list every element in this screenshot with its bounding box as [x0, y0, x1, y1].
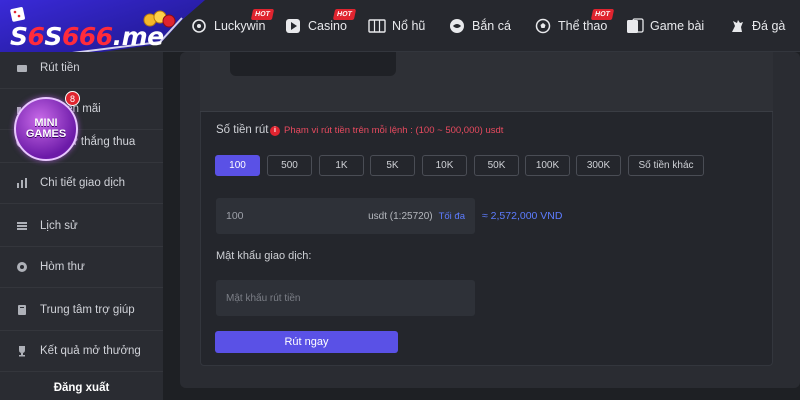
sidebar-item-label: Kết quả mở thưởng [40, 345, 141, 357]
minigames-badge[interactable]: MINI GAMES [14, 97, 78, 161]
slot-icon [368, 17, 386, 35]
withdraw-submit-button[interactable]: Rút ngay [215, 331, 398, 353]
sidebar-item-transactions[interactable]: Chi tiết giao dịch [0, 163, 163, 204]
amount-label: Số tiền rút [216, 124, 269, 136]
password-label: Mật khẩu giao dịch: [216, 250, 312, 262]
chip-300k[interactable]: 300K [576, 155, 621, 176]
sidebar-item-history[interactable]: Lịch sử [0, 206, 163, 247]
chart-icon [16, 177, 28, 189]
range-note: i Phạm vi rút tiền trên mỗi lệnh : (100 … [270, 125, 503, 136]
max-button[interactable]: Tối đa [439, 211, 465, 222]
nav-label: Đá gà [752, 19, 786, 33]
sidebar-item-mailbox[interactable]: Hòm thư [0, 247, 163, 288]
fish-icon [448, 17, 466, 35]
range-note-text: Phạm vi rút tiền trên mỗi lệnh : (100 ~ … [284, 125, 504, 136]
casino-icon [284, 17, 302, 35]
nav-cockfight[interactable]: Đá gà [728, 0, 785, 52]
chip-50k[interactable]: 50K [474, 155, 519, 176]
help-icon [16, 304, 28, 316]
sidebar-item-label: Chi tiết giao dịch [40, 177, 126, 189]
amount-unit: usdt (1:25720) [368, 210, 433, 222]
hot-badge: HOT [590, 9, 614, 20]
chip-other-amount[interactable]: Số tiền khác [628, 155, 704, 176]
nav-fishing[interactable]: Bắn cá [448, 0, 511, 52]
hot-badge: HOT [250, 9, 274, 20]
sidebar-item-lottery-results[interactable]: Kết quả mở thưởng [0, 331, 163, 372]
sidebar-item-help-center[interactable]: Trung tâm trợ giúp [0, 290, 163, 331]
sidebar-item-label: Trung tâm trợ giúp [40, 304, 135, 316]
list-icon [16, 220, 28, 232]
coins-icon [142, 8, 178, 35]
vnd-equivalent: ≈ 2,572,000 VND [482, 210, 563, 222]
chip-5k[interactable]: 5K [370, 155, 415, 176]
nav-sports[interactable]: Thể thao HOT [534, 0, 614, 52]
bank-card-slot[interactable] [230, 52, 396, 76]
info-icon: i [270, 125, 280, 136]
logout-button[interactable]: Đăng xuất [0, 382, 163, 394]
trophy-icon [16, 345, 28, 357]
dice-icon [10, 6, 32, 29]
amount-value: 100 [226, 210, 244, 222]
ball-icon [534, 17, 552, 35]
sidebar-item-label: Hòm thư [40, 261, 85, 273]
nav-casino[interactable]: Casino HOT [284, 0, 356, 52]
chip-500[interactable]: 500 [267, 155, 312, 176]
chip-100k[interactable]: 100K [525, 155, 570, 176]
nav-cards[interactable]: Game bài [626, 0, 704, 52]
amount-input[interactable]: 100 usdt (1:25720) Tối đa [216, 198, 475, 234]
logo-letter: S [44, 22, 62, 51]
minigames-count-badge: 8 [65, 91, 80, 106]
nav-label: Game bài [650, 19, 705, 33]
chip-10k[interactable]: 10K [422, 155, 467, 176]
site-logo: S6S666.me [10, 22, 164, 51]
cards-icon [626, 17, 644, 35]
nav-slots[interactable]: Nổ hũ [368, 0, 425, 52]
rooster-icon [728, 17, 746, 35]
logo-number: 666 [61, 22, 113, 51]
hot-badge: HOT [332, 9, 356, 20]
withdraw-icon [16, 62, 28, 74]
password-input[interactable] [216, 280, 475, 316]
nav-label: Thể thao [558, 19, 608, 33]
nav-label: Luckywin [214, 19, 266, 33]
nav-label: Casino [308, 19, 347, 33]
mail-icon [16, 261, 28, 273]
sidebar-item-label: Rút tiền [40, 62, 80, 74]
minigames-line2: GAMES [25, 128, 67, 140]
chip-1k[interactable]: 1K [319, 155, 364, 176]
nav-label: Nổ hũ [392, 19, 426, 33]
sidebar-item-withdraw[interactable]: Rút tiền [0, 48, 163, 89]
nav-label: Bắn cá [472, 19, 511, 33]
chip-100[interactable]: 100 [215, 155, 260, 176]
sidebar-item-label: Lịch sử [40, 220, 78, 232]
